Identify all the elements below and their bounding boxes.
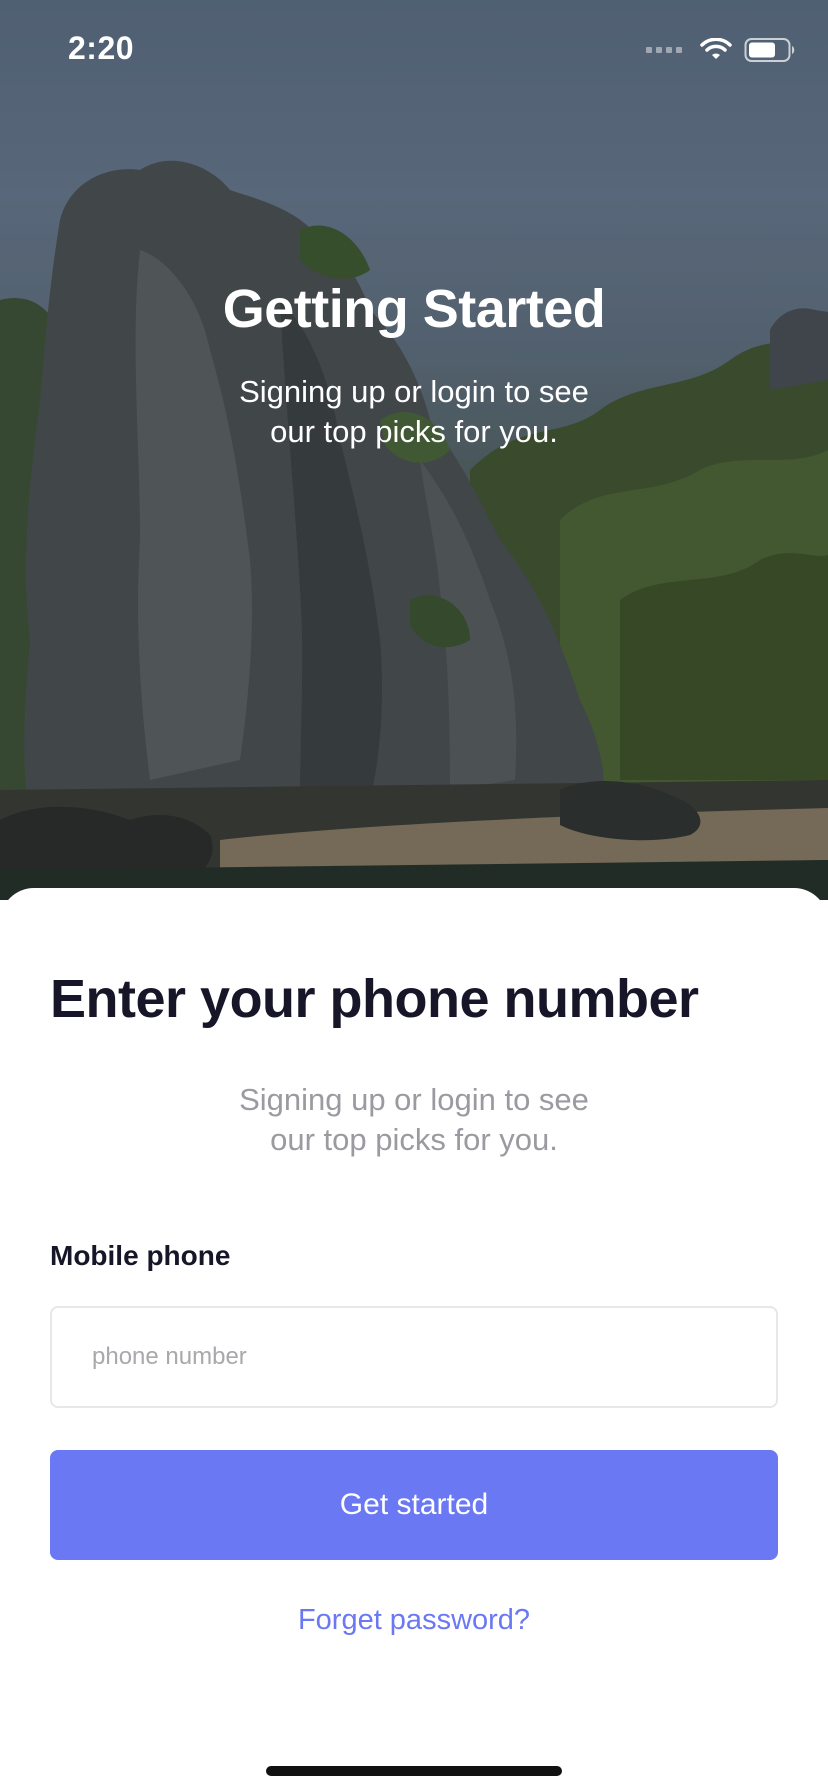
hero-title: Getting Started [222,279,606,339]
status-time: 2:20 [68,30,135,66]
status-icons [646,36,796,64]
wifi-icon [700,38,732,59]
form-subtitle: Signing up or login to see our top picks… [239,1082,589,1157]
login-sheet: Enter your phone number Signing up or lo… [0,888,828,1792]
signal-icon [646,47,682,53]
status-bar: 2:20 [0,0,828,100]
forgot-password-link[interactable]: Forget password? [0,1604,828,1637]
login-screen: 2:20 Getting Started Signing up or login… [0,0,828,1792]
hero-subtitle: Signing up or login to see our top picks… [239,374,589,449]
home-indicator [266,1766,562,1776]
get-started-button[interactable]: Get started [50,1450,778,1560]
phone-number-input[interactable] [50,1306,778,1408]
mobile-phone-label: Mobile phone [50,1240,231,1271]
form-heading: Enter your phone number [50,969,699,1029]
battery-icon [744,38,795,62]
